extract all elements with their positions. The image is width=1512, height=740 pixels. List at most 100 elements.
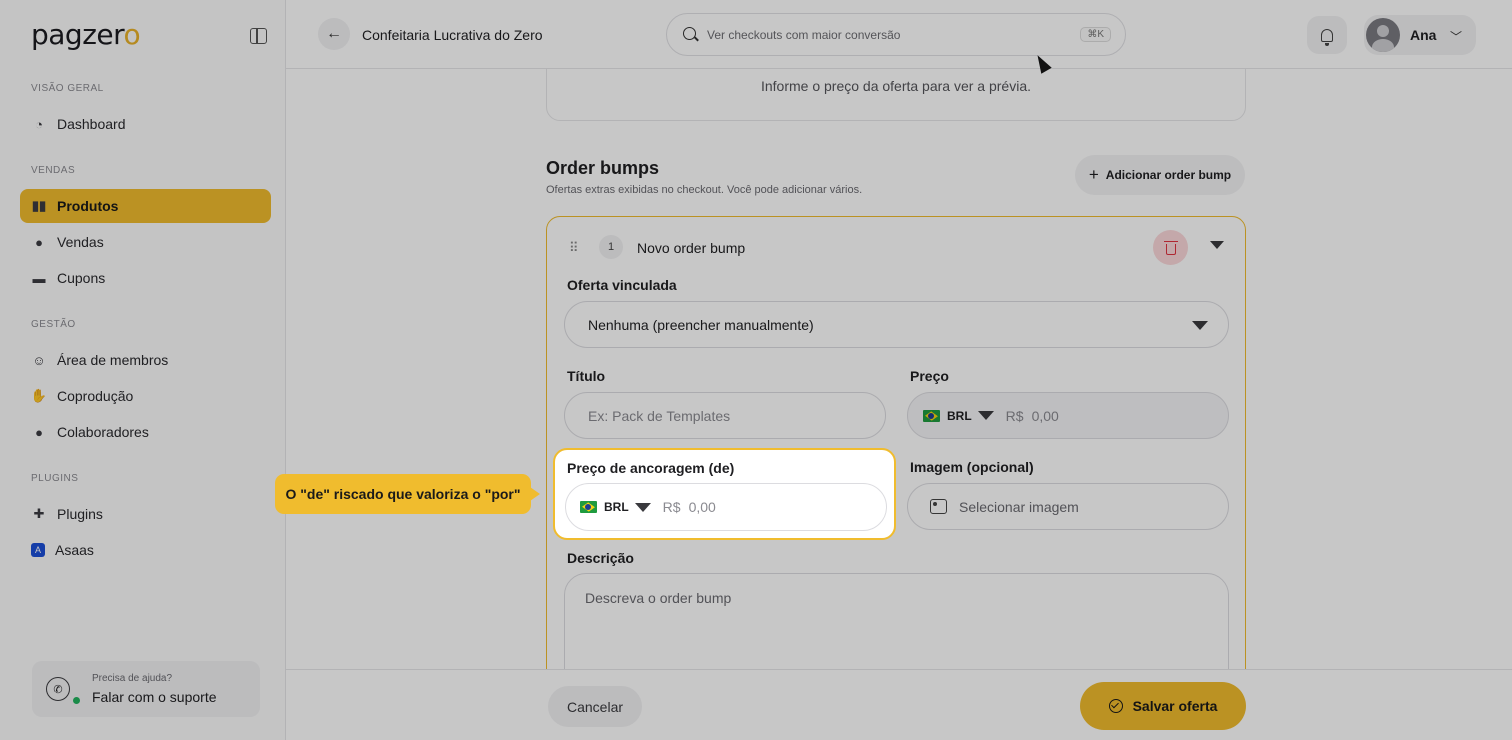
section-label-management: GESTÃO (31, 319, 76, 330)
currency-code[interactable]: BRL (947, 409, 972, 423)
trash-icon (1163, 240, 1178, 255)
members-icon: ☺ (32, 352, 46, 368)
currency-code[interactable]: BRL (604, 500, 629, 514)
sidebar-item-label: Produtos (57, 198, 119, 214)
back-button[interactable]: ← (318, 18, 350, 50)
sidebar-toggle-icon[interactable] (250, 28, 267, 44)
anchor-price-field[interactable]: BRL R$ (565, 483, 887, 531)
section-label-sales: VENDAS (31, 165, 76, 176)
support-card[interactable]: ✆ Precisa de ajuda? Falar com o suporte (32, 661, 260, 717)
topbar: ← Confeitaria Lucrativa do Zero ⌘K Ana ﹀ (286, 0, 1512, 69)
description-label: Descrição (567, 550, 634, 566)
sidebar-item-coproducao[interactable]: ✋ Coprodução (20, 379, 271, 413)
currency-dropdown-icon[interactable] (634, 502, 651, 512)
sidebar-item-label: Colaboradores (57, 424, 149, 440)
section-label-plugins: PLUGINS (31, 473, 79, 484)
offer-preview: Informe o preço da oferta para ver a pré… (546, 69, 1246, 121)
sidebar-item-colaboradores[interactable]: ● Colaboradores (20, 415, 271, 449)
section-label-overview: VISÃO GERAL (31, 83, 104, 94)
price-field[interactable]: BRL R$ (907, 392, 1229, 439)
cancel-button[interactable]: Cancelar (548, 686, 642, 727)
chevron-down-icon: ﹀ (1450, 30, 1463, 44)
image-picker-label: Selecionar imagem (959, 498, 1079, 515)
search-shortcut: ⌘K (1080, 27, 1111, 42)
user-icon: ● (35, 424, 43, 440)
save-offer-button[interactable]: Salvar oferta (1080, 682, 1246, 730)
plus-icon: + (1088, 165, 1099, 184)
brazil-flag-icon (580, 501, 597, 513)
description-textarea[interactable] (585, 590, 1205, 669)
asaas-icon: A (31, 543, 45, 557)
avatar (1366, 18, 1400, 52)
title-input[interactable] (588, 403, 868, 428)
notifications-button[interactable] (1307, 16, 1347, 54)
search-input[interactable] (707, 24, 1067, 46)
order-bumps-title: Order bumps (546, 158, 660, 178)
sidebar-item-asaas[interactable]: A Asaas (20, 533, 271, 567)
sidebar: pagzero VISÃO GERAL ◔ Dashboard VENDAS ▮… (0, 0, 286, 740)
currency-dropdown-icon[interactable] (977, 411, 994, 420)
title-label: Título (567, 368, 606, 384)
sidebar-item-vendas[interactable]: ● Vendas (20, 225, 271, 259)
page-title: Confeitaria Lucrativa do Zero (362, 27, 543, 43)
preview-message: Informe o preço da oferta para ver a pré… (760, 78, 1032, 94)
sidebar-item-label: Coprodução (57, 388, 134, 404)
image-picker[interactable]: Selecionar imagem (907, 483, 1229, 530)
support-card-caption: Precisa de ajuda? (92, 673, 173, 684)
brazil-flag-icon (923, 409, 940, 422)
collapse-card-chevron-icon[interactable] (1210, 241, 1224, 249)
linked-offer-select[interactable]: Nenhuma (preencher manualmente) (564, 301, 1229, 348)
image-label: Imagem (opcional) (910, 459, 1034, 475)
sidebar-item-plugins[interactable]: ✚ Plugins (20, 497, 271, 531)
save-offer-label: Salvar oferta (1132, 698, 1218, 714)
currency-symbol: R$ (1005, 407, 1024, 424)
sales-icon: ● (35, 234, 43, 250)
sidebar-item-dashboard[interactable]: ◔ Dashboard (20, 107, 271, 141)
user-name: Ana (1410, 27, 1437, 43)
currency-symbol: R$ (662, 499, 681, 515)
bell-icon (1321, 28, 1333, 46)
anchor-price-label: Preço de ancoragem (de) (567, 460, 735, 476)
drag-handle-icon[interactable]: ⠿ (569, 240, 578, 256)
linked-offer-label: Oferta vinculada (567, 277, 677, 293)
coupon-icon: ▬ (32, 270, 46, 286)
footer-bar: Cancelar Salvar oferta (286, 669, 1512, 740)
add-order-bump-label: Adicionar order bump (1105, 168, 1232, 182)
order-bump-name: Novo order bump (637, 240, 746, 256)
price-label: Preço (910, 368, 949, 384)
pagzero-logo[interactable]: pagzero (31, 18, 141, 51)
title-field[interactable] (564, 392, 886, 439)
sidebar-item-area-de-membros[interactable]: ☺ Área de membros (20, 343, 271, 377)
delete-order-bump-button[interactable] (1153, 230, 1188, 265)
anchor-price-spotlight: Preço de ancoragem (de) BRL R$ (553, 448, 896, 540)
sidebar-item-label: Plugins (57, 506, 103, 522)
search-icon (683, 27, 696, 40)
image-icon (930, 499, 947, 514)
linked-offer-value: Nenhuma (preencher manualmente) (588, 316, 814, 333)
sidebar-item-cupons[interactable]: ▬ Cupons (20, 261, 271, 295)
anchor-price-input[interactable] (688, 499, 829, 515)
handshake-icon: ✋ (30, 388, 48, 403)
order-bump-number: 1 (599, 235, 623, 259)
sidebar-item-label: Vendas (57, 234, 104, 250)
main-content: Informe o preço da oferta para ver a pré… (286, 69, 1512, 669)
dashboard-icon: ◔ (35, 116, 43, 132)
onboarding-tooltip: O "de" riscado que valoriza o "por" (275, 474, 540, 514)
order-bump-card: ⠿ 1 Novo order bump Oferta vinculada Nen… (546, 216, 1246, 669)
arrow-left-icon: ← (326, 25, 342, 42)
whatsapp-icon: ✆ (46, 677, 70, 701)
description-field[interactable] (564, 573, 1229, 669)
search-bar[interactable]: ⌘K (666, 13, 1126, 56)
add-order-bump-button[interactable]: + Adicionar order bump (1075, 155, 1245, 195)
sidebar-item-label: Área de membros (57, 352, 169, 368)
puzzle-icon: ✚ (33, 506, 45, 521)
order-bumps-subtitle: Ofertas extras exibidas no checkout. Voc… (546, 184, 863, 196)
sidebar-item-produtos[interactable]: ▮▮ Produtos (20, 189, 271, 223)
check-circle-icon (1108, 699, 1123, 713)
sidebar-item-label: Asaas (55, 542, 94, 558)
products-icon: ▮▮ (31, 198, 47, 213)
user-menu[interactable]: Ana ﹀ (1364, 15, 1476, 55)
online-status-dot (73, 697, 80, 704)
sidebar-item-label: Cupons (57, 270, 106, 286)
price-input[interactable] (1031, 403, 1182, 428)
